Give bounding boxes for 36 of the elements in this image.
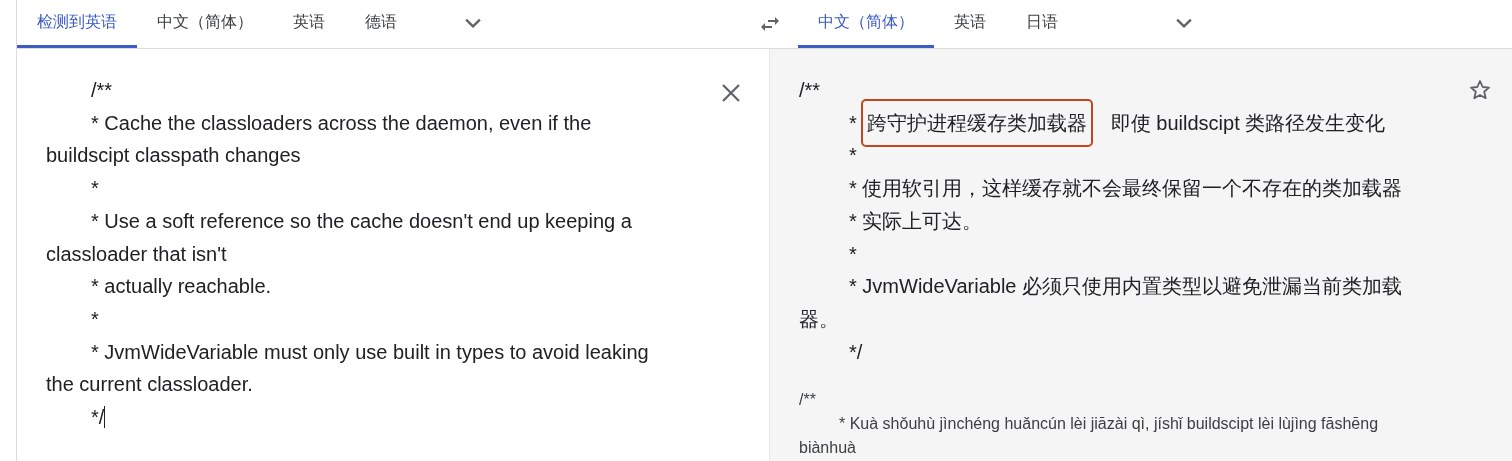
source-text-line: the current classloader. <box>46 373 253 396</box>
romanization-text: /** <box>799 391 816 409</box>
source-text-line: * Use a soft reference so the cache doesn't end up keeping a <box>91 209 632 232</box>
translation-text: /** <box>799 79 821 101</box>
language-tab[interactable]: 英语 <box>273 0 345 48</box>
highlighted-phrase: 跨守护进程缓存类加载器 <box>860 98 1093 147</box>
source-text-line: * JvmWideVariable must only use built in types to avoid leaking <box>91 340 649 363</box>
translation-text: * <box>849 111 857 134</box>
source-text-line: classloader that isn't <box>46 242 227 265</box>
language-tab[interactable]: 英语 <box>934 0 1006 48</box>
source-text-line: * <box>91 307 99 330</box>
translation-text: 器。 <box>799 307 839 330</box>
source-text-line: * <box>91 177 99 200</box>
translation-text: * <box>849 144 857 167</box>
translation-text: * JvmWideVariable 必须只使用内置类型以避免泄漏当前类加载 <box>849 275 1403 298</box>
star-icon <box>1468 78 1492 102</box>
save-translation-button[interactable] <box>1468 78 1492 102</box>
close-icon <box>721 83 741 103</box>
chevron-down-icon <box>1176 17 1192 28</box>
text-cursor <box>104 406 106 429</box>
language-tab[interactable]: 中文（简体） <box>137 0 273 48</box>
translation-text: * 实际上可达。 <box>849 209 983 232</box>
source-text-line: /** <box>91 79 113 101</box>
language-tab[interactable]: 德语 <box>345 0 417 48</box>
source-text-line: buildscipt classpath changes <box>46 144 301 167</box>
source-text-line: */ <box>91 406 105 429</box>
translation-text: * 使用软引用，这样缓存就不会最终保留一个不存在的类加载器 <box>849 177 1403 200</box>
translation-text: */ <box>849 340 863 363</box>
romanization-text: biànhuà <box>799 439 856 457</box>
source-text-line: * actually reachable. <box>91 275 272 298</box>
romanization-text: * Kuà shǒuhù jìnchéng huǎncún lèi jiāzài qì, jíshǐ buildscipt lèi lùjìng fāshēng <box>839 415 1379 433</box>
language-tab[interactable]: 日语 <box>1006 0 1078 48</box>
source-text-line: * Cache the classloaders across the daemon, even if the <box>91 111 592 134</box>
translation-text: * <box>849 242 857 265</box>
translation-text: 即使 buildscipt 类路径发生变化 <box>1110 111 1386 134</box>
chevron-down-icon <box>465 17 481 28</box>
